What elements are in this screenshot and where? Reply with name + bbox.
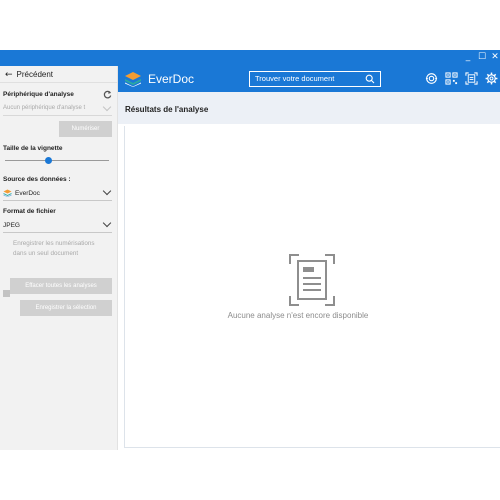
app-header: EverDoc Trouver votre document <box>118 66 500 92</box>
search-icon[interactable] <box>365 74 375 84</box>
search-placeholder: Trouver votre document <box>255 74 335 83</box>
back-button[interactable]: ← Précédent <box>0 66 118 83</box>
scanner-select-value: Aucun périphérique d'analyse t <box>3 105 86 111</box>
maximize-button[interactable]: ☐ <box>475 50 489 66</box>
thumbnail-size-label: Taille de la vignette <box>3 145 63 152</box>
document-scan-icon[interactable] <box>465 72 478 85</box>
results-header: Résultats de l'analyse <box>118 92 500 124</box>
chevron-down-icon <box>102 102 112 112</box>
file-format-value: JPEG <box>3 222 20 229</box>
arrow-left-icon: ← <box>5 70 13 80</box>
minimize-button[interactable]: _ <box>461 50 475 66</box>
chevron-down-icon <box>102 218 112 228</box>
qr-code-icon[interactable] <box>445 72 458 85</box>
back-label: Précédent <box>16 70 54 79</box>
title-bar: _ ☐ ✕ <box>0 50 500 66</box>
save-single-document-label-line1: Enregistrer les numérisations <box>13 240 95 247</box>
scan-button[interactable]: Numériser <box>59 121 112 137</box>
search-input[interactable]: Trouver votre document <box>249 71 381 87</box>
data-source-value: EverDoc <box>15 190 40 197</box>
results-panel: Aucune analyse n'est encore disponible <box>124 126 500 448</box>
save-selection-button[interactable]: Enregistrer la sélection <box>20 300 112 316</box>
save-single-document-label-line2: dans un seul document <box>13 250 79 257</box>
close-button[interactable]: ✕ <box>488 50 500 66</box>
scan-icon[interactable] <box>425 72 438 85</box>
chevron-down-icon <box>102 186 112 196</box>
file-format-label: Format de fichier <box>3 208 56 215</box>
results-title: Résultats de l'analyse <box>125 105 209 114</box>
file-format-underline <box>3 232 112 233</box>
thumbnail-size-slider[interactable] <box>5 160 109 161</box>
document-scan-icon <box>289 254 335 306</box>
scanner-label: Périphérique d'analyse <box>3 91 74 98</box>
data-source-label: Source des données : <box>3 176 71 183</box>
refresh-icon[interactable] <box>103 90 112 99</box>
data-source-underline <box>3 200 112 201</box>
scanner-select-underline <box>3 115 112 116</box>
save-single-document-checkbox[interactable] <box>3 290 10 297</box>
empty-state-message: Aucune analyse n'est encore disponible <box>227 311 369 320</box>
app-window: _ ☐ ✕ ← Précédent Périphérique d'analyse … <box>0 50 500 450</box>
settings-gear-icon[interactable] <box>485 72 498 85</box>
sidebar: ← Précédent Périphérique d'analyse Aucun … <box>0 66 118 450</box>
app-name: EverDoc <box>148 72 195 86</box>
everdoc-logo-icon <box>3 189 12 197</box>
clear-all-scans-button[interactable]: Effacer toutes les analyses <box>10 278 112 294</box>
slider-thumb[interactable] <box>45 156 53 164</box>
everdoc-logo-icon <box>125 72 141 87</box>
